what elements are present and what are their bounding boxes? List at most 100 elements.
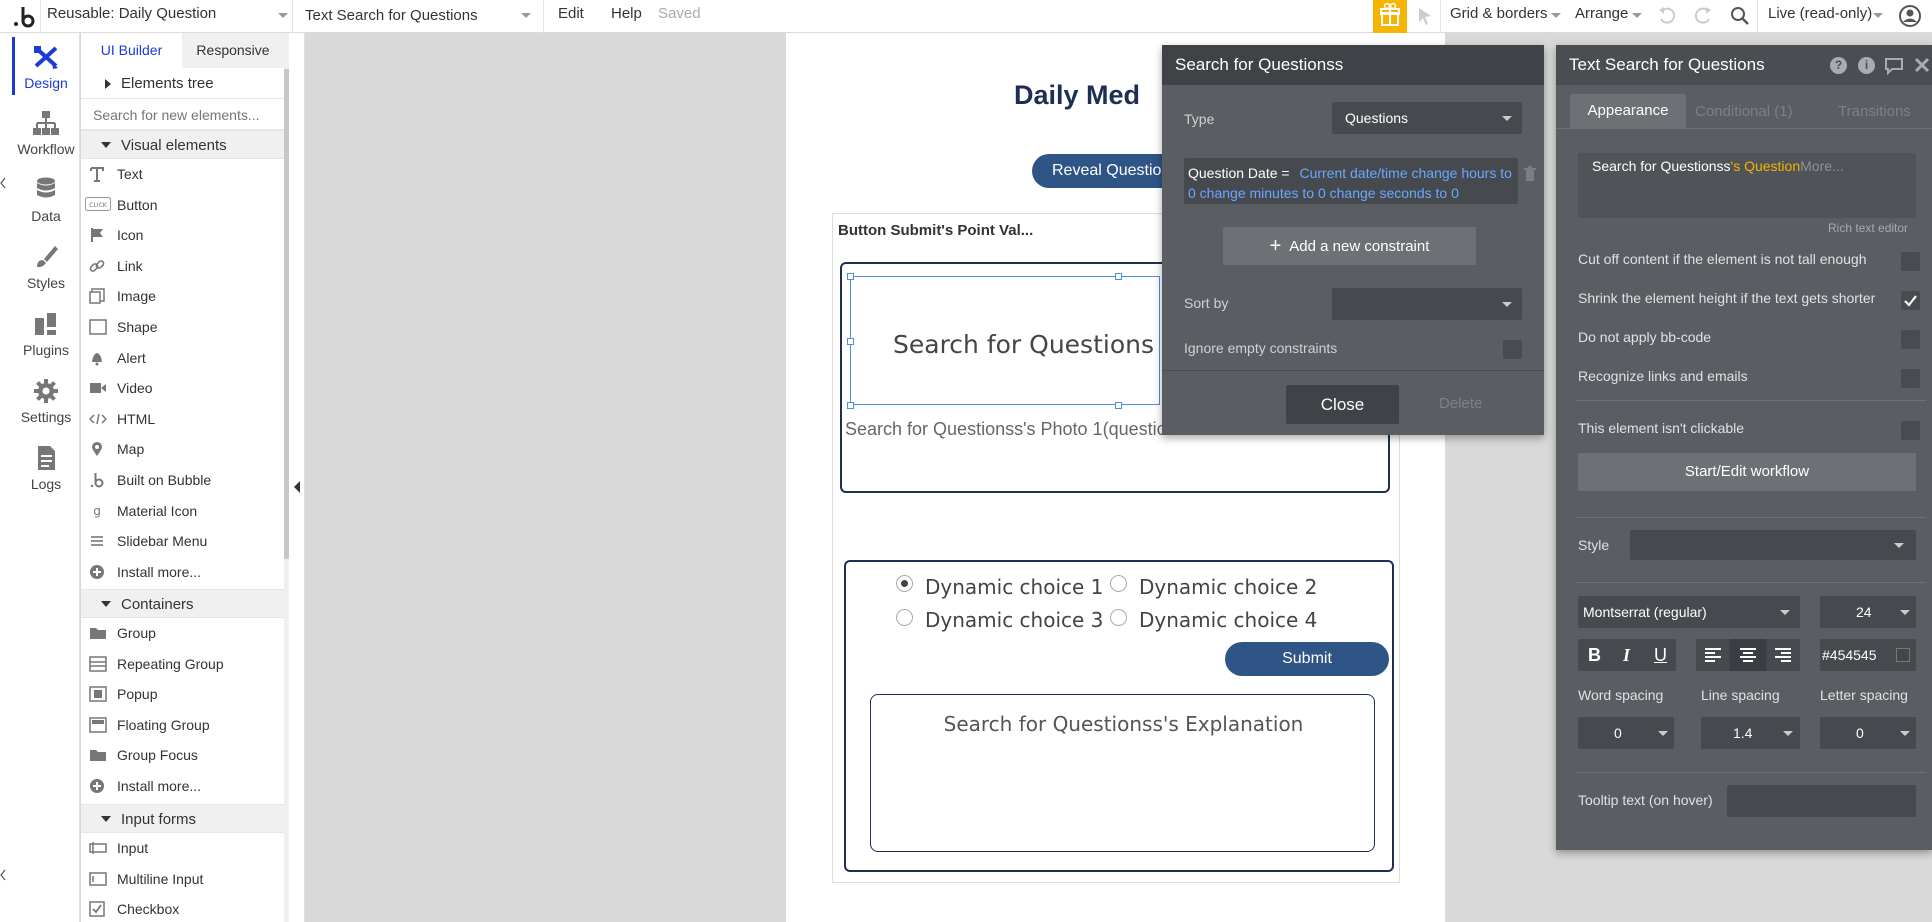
- close-icon[interactable]: [1914, 56, 1930, 74]
- resize-handle[interactable]: [847, 402, 854, 409]
- close-button[interactable]: Close: [1286, 385, 1399, 424]
- expression-more[interactable]: More...: [1800, 158, 1844, 174]
- palette-item-map[interactable]: Map: [81, 434, 284, 464]
- tab-transitions[interactable]: Transitions: [1838, 103, 1911, 120]
- arrange-menu[interactable]: Arrange: [1564, 0, 1646, 33]
- redo-icon[interactable]: [1693, 6, 1713, 26]
- resize-handle[interactable]: [1115, 273, 1122, 280]
- bbcode-checkbox[interactable]: [1901, 330, 1920, 349]
- info-icon[interactable]: i: [1858, 57, 1875, 74]
- menu-help[interactable]: Help: [611, 5, 642, 22]
- rail-item-settings[interactable]: Settings: [12, 377, 80, 443]
- add-constraint-button[interactable]: + Add a new constraint: [1223, 227, 1476, 265]
- palette-item-floating-group[interactable]: Floating Group: [81, 710, 284, 740]
- palette-item-input[interactable]: Input: [81, 833, 284, 863]
- bubble-logo-icon[interactable]: [10, 4, 36, 28]
- cutoff-checkbox[interactable]: [1901, 252, 1920, 271]
- collapse-arrow-icon[interactable]: [0, 173, 6, 193]
- user-avatar-icon[interactable]: [1898, 4, 1922, 28]
- undo-icon[interactable]: [1657, 6, 1677, 26]
- palette-item-shape[interactable]: Shape: [81, 312, 284, 342]
- word-spacing-dropdown[interactable]: 0: [1578, 717, 1674, 749]
- radio-choice-1[interactable]: [896, 575, 913, 592]
- font-size-dropdown[interactable]: 24: [1820, 596, 1916, 628]
- section-containers[interactable]: Containers: [81, 589, 284, 618]
- text-expression[interactable]: Search for Questionss's QuestionMore...: [1592, 158, 1844, 174]
- italic-button[interactable]: I: [1623, 645, 1630, 666]
- radio-choice-3[interactable]: [896, 609, 913, 626]
- palette-item-button[interactable]: CLICK Button: [81, 190, 284, 220]
- help-icon[interactable]: ?: [1830, 57, 1847, 74]
- palette-item-html[interactable]: HTML: [81, 404, 284, 434]
- tooltip-input[interactable]: [1727, 785, 1916, 817]
- rail-item-logs[interactable]: Logs: [12, 444, 80, 510]
- palette-item-icon[interactable]: Icon: [81, 220, 284, 250]
- rich-text-editor-link[interactable]: Rich text editor: [1828, 221, 1908, 235]
- element-search-input[interactable]: [81, 100, 284, 130]
- resize-handle[interactable]: [1115, 402, 1122, 409]
- palette-item-repeating-group[interactable]: Repeating Group: [81, 649, 284, 679]
- cursor-icon[interactable]: [1416, 6, 1434, 26]
- section-input-forms[interactable]: Input forms: [81, 804, 284, 833]
- resize-handle[interactable]: [847, 273, 854, 280]
- not-clickable-checkbox[interactable]: [1901, 421, 1920, 440]
- rail-item-design[interactable]: Design: [12, 43, 80, 109]
- palette-item-material-icon[interactable]: g Material Icon: [81, 496, 284, 526]
- align-right-icon[interactable]: [1774, 647, 1792, 663]
- palette-item-install-more[interactable]: Install more...: [81, 557, 284, 587]
- palette-item-link[interactable]: Link: [81, 251, 284, 281]
- delete-button[interactable]: Delete: [1439, 395, 1482, 412]
- letter-spacing-dropdown[interactable]: 0: [1820, 717, 1916, 749]
- align-left-icon[interactable]: [1704, 647, 1722, 663]
- rail-item-plugins[interactable]: Plugins: [12, 310, 80, 376]
- palette-item-slidebar-menu[interactable]: Slidebar Menu: [81, 526, 284, 556]
- sort-by-dropdown[interactable]: [1332, 288, 1522, 320]
- palette-collapse-handle[interactable]: [289, 33, 305, 922]
- palette-item-alert[interactable]: Alert: [81, 343, 284, 373]
- style-dropdown[interactable]: [1630, 530, 1916, 560]
- search-icon[interactable]: [1729, 5, 1751, 27]
- start-edit-workflow-button[interactable]: Start/Edit workflow: [1578, 453, 1916, 491]
- rail-item-data[interactable]: Data: [12, 176, 80, 242]
- underline-button[interactable]: U: [1654, 645, 1667, 666]
- collapse-arrow-icon[interactable]: [0, 865, 6, 885]
- line-spacing-dropdown[interactable]: 1.4: [1701, 717, 1800, 749]
- tab-conditional[interactable]: Conditional (1): [1695, 103, 1793, 120]
- palette-item-video[interactable]: Video: [81, 373, 284, 403]
- font-family-dropdown[interactable]: Montserrat (regular): [1578, 596, 1800, 628]
- type-dropdown[interactable]: Questions: [1332, 102, 1522, 134]
- palette-item-install-more[interactable]: Install more...: [81, 771, 284, 801]
- palette-item-popup[interactable]: Popup: [81, 679, 284, 709]
- shrink-checkbox[interactable]: [1901, 291, 1920, 310]
- radio-choice-2[interactable]: [1110, 575, 1127, 592]
- menu-edit[interactable]: Edit: [558, 5, 584, 22]
- tab-responsive[interactable]: Responsive: [182, 33, 284, 68]
- grid-borders-menu[interactable]: Grid & borders: [1441, 0, 1564, 33]
- palette-item-built-on-bubble[interactable]: Built on Bubble: [81, 465, 284, 495]
- ignore-empty-checkbox[interactable]: [1503, 340, 1522, 359]
- tab-appearance[interactable]: Appearance: [1570, 94, 1686, 128]
- question-text-selected[interactable]: Search for Questions: [847, 273, 1160, 409]
- palette-item-group[interactable]: Group: [81, 618, 284, 648]
- color-swatch[interactable]: [1896, 648, 1910, 662]
- bold-button[interactable]: B: [1588, 645, 1601, 666]
- comment-icon[interactable]: [1884, 57, 1904, 75]
- radio-choice-4[interactable]: [1110, 609, 1127, 626]
- constraint-expression[interactable]: Question Date = Current date/time change…: [1188, 163, 1512, 203]
- page-selector[interactable]: Reusable: Daily Question: [40, 0, 292, 33]
- text-expression-editor[interactable]: Search for Questionss's QuestionMore...: [1578, 153, 1916, 218]
- submit-button[interactable]: Submit: [1225, 642, 1389, 676]
- rail-item-workflow[interactable]: Workflow: [12, 109, 80, 175]
- palette-item-image[interactable]: Image: [81, 281, 284, 311]
- gift-icon[interactable]: [1373, 0, 1407, 33]
- links-checkbox[interactable]: [1901, 369, 1920, 388]
- trash-icon[interactable]: [1523, 166, 1537, 182]
- expression-field[interactable]: 's Question: [1731, 158, 1801, 174]
- palette-item-group-focus[interactable]: Group Focus: [81, 740, 284, 770]
- palette-item-text[interactable]: Text: [81, 159, 284, 189]
- element-selector[interactable]: Text Search for Questions: [293, 0, 543, 33]
- live-mode-selector[interactable]: Live (read-only): [1758, 0, 1888, 33]
- elements-tree-toggle[interactable]: Elements tree: [81, 69, 284, 99]
- palette-item-multiline-input[interactable]: Multiline Input: [81, 864, 284, 894]
- palette-item-checkbox[interactable]: Checkbox: [81, 894, 284, 922]
